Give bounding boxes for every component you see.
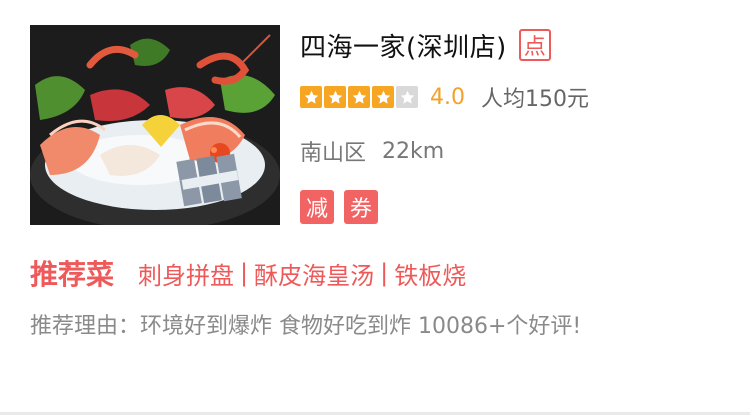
star-rating (300, 86, 420, 108)
star-filled-icon (348, 86, 370, 108)
promo-tags: 减 券 (300, 190, 388, 224)
dish-list: 刺身拼盘 | 酥皮海皇汤 | 铁板烧 (138, 256, 466, 291)
recommend-reason: 推荐理由：环境好到爆炸 食物好吃到炸 10086+个好评! (30, 314, 582, 339)
dish-item[interactable]: 铁板烧 (394, 256, 466, 291)
shop-name[interactable]: 四海一家(深圳店) (300, 27, 507, 64)
rating-score: 4.0 (430, 84, 465, 110)
recommended-dishes-row: 推荐菜 刺身拼盘 | 酥皮海皇汤 | 铁板烧 (30, 252, 466, 294)
location-row: 南山区 22km (300, 134, 444, 168)
dish-separator: | (380, 259, 389, 287)
dish-separator: | (240, 259, 249, 287)
dish-item[interactable]: 刺身拼盘 (138, 256, 234, 291)
dish-item[interactable]: 酥皮海皇汤 (254, 256, 374, 291)
distance: 22km (382, 138, 445, 164)
shop-card[interactable]: 四海一家(深圳店) 点 4.0 人均150元 南山区 22km 减 券 推荐菜 … (0, 0, 750, 415)
dian-badge: 点 (518, 29, 551, 61)
recommend-title: 推荐菜 (30, 258, 115, 291)
sashimi-platter-image (30, 25, 280, 225)
star-filled-icon (300, 86, 322, 108)
star-filled-icon (372, 86, 394, 108)
average-price: 人均150元 (481, 87, 589, 112)
discount-tag: 减 (300, 190, 334, 224)
rating-row: 4.0 人均150元 (300, 80, 589, 114)
star-empty-icon (396, 86, 418, 108)
star-filled-icon (324, 86, 346, 108)
shop-thumbnail[interactable] (30, 25, 280, 225)
coupon-tag: 券 (344, 190, 378, 224)
district: 南山区 (300, 141, 367, 166)
title-row: 四海一家(深圳店) 点 (300, 25, 551, 65)
